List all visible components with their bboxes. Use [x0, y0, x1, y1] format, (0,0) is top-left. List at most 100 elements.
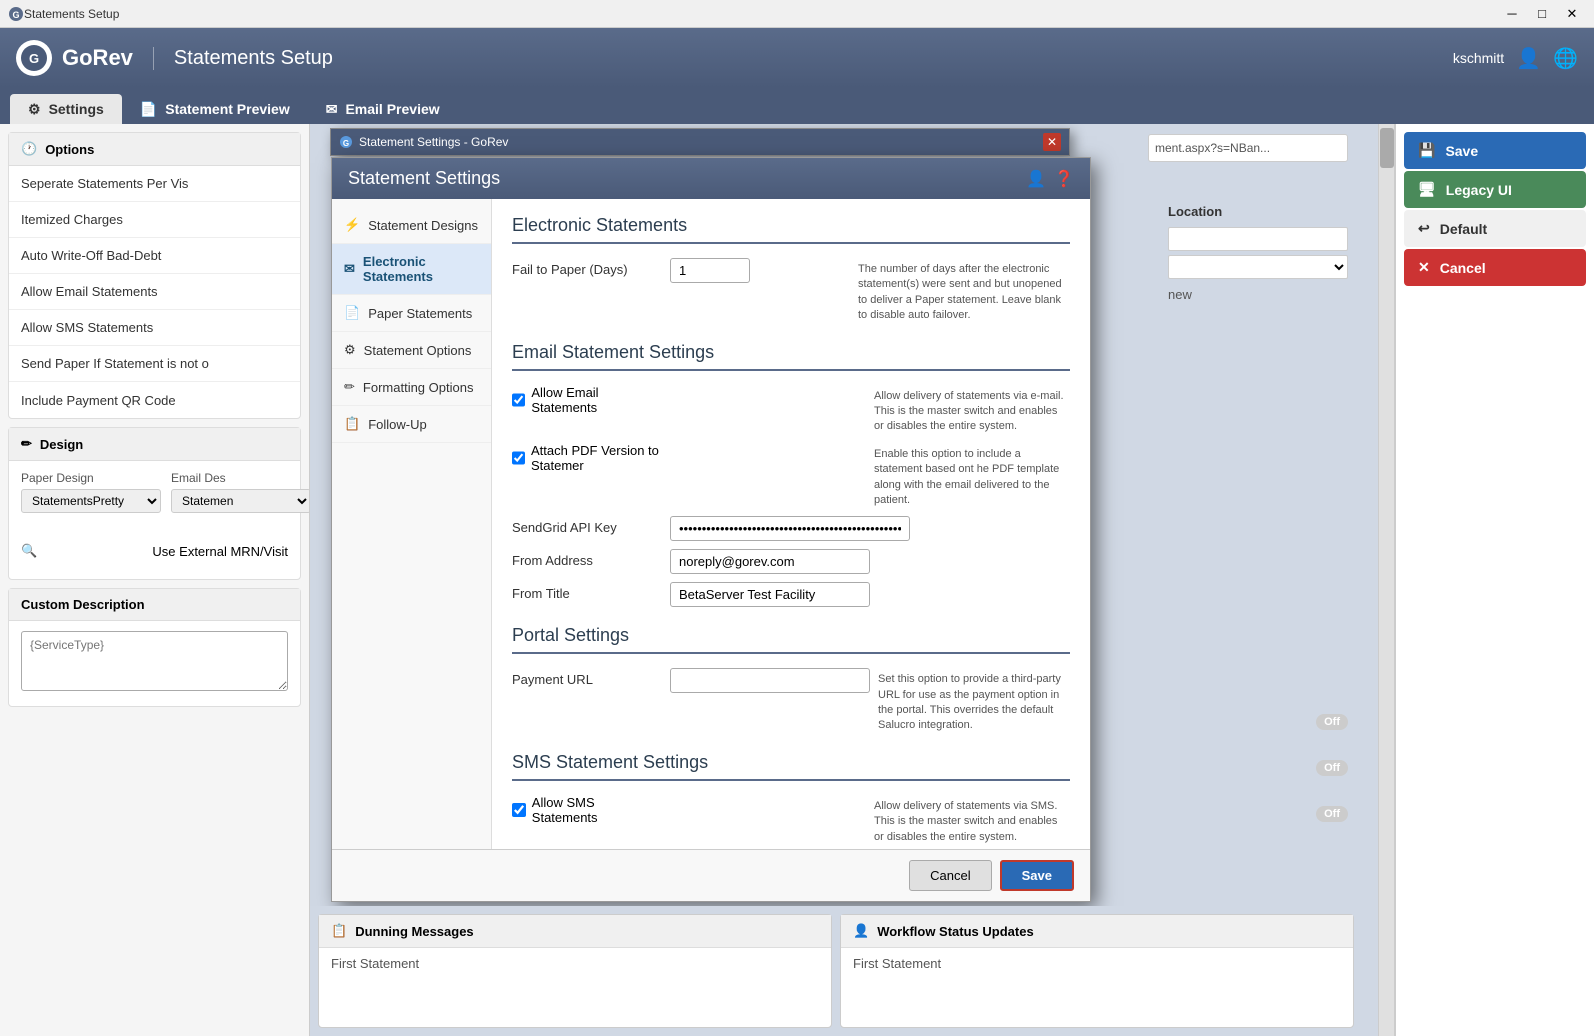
save-sidebar-button[interactable]: 💾 Save: [1404, 132, 1586, 169]
title-bar-text: Statements Setup: [24, 7, 119, 21]
workflow-status-panel: 👤 Workflow Status Updates First Statemen…: [840, 914, 1354, 1028]
nav-followup-icon: 📋: [344, 416, 360, 432]
paper-design-select[interactable]: StatementsPretty: [21, 489, 161, 513]
attach-pdf-checkbox-area: Attach PDF Version to Statemer: [512, 443, 662, 473]
attach-pdf-desc: Enable this option to include a statemen…: [874, 443, 1070, 509]
nav-formatting-icon: ✏: [344, 379, 355, 395]
logo-icon: G: [16, 40, 52, 76]
allow-email-checkbox[interactable]: [512, 393, 525, 407]
tab-settings[interactable]: ⚙ Settings: [10, 94, 122, 124]
fail-to-paper-input[interactable]: [670, 258, 750, 283]
cancel-sidebar-button[interactable]: ✕ Cancel: [1404, 249, 1586, 286]
app-header: G GoRev Statements Setup kschmitt 👤 🌐: [0, 28, 1594, 88]
allow-email-checkbox-row: Allow Email Statements Allow delivery of…: [512, 385, 1070, 435]
pencil-icon: ✏: [21, 436, 32, 452]
external-mrn-row: 🔍 Use External MRN/Visit: [21, 533, 288, 569]
help-icon[interactable]: 🌐: [1553, 46, 1578, 71]
nav-statement-designs[interactable]: ⚡ Statement Designs: [332, 207, 491, 244]
nav-formatting-options[interactable]: ✏ Formatting Options: [332, 369, 491, 406]
default-button[interactable]: ↩ Default: [1404, 210, 1586, 247]
nav-designs-icon: ⚡: [344, 217, 360, 233]
tab-email-preview[interactable]: ✉ Email Preview: [308, 94, 458, 124]
payment-url-input[interactable]: [670, 668, 870, 693]
dunning-messages-panel: 📋 Dunning Messages First Statement: [318, 914, 832, 1028]
nav-electronic-statements[interactable]: ✉ Electronic Statements: [332, 244, 491, 295]
from-address-input[interactable]: [670, 549, 870, 574]
nav-statement-options[interactable]: ⚙ Statement Options: [332, 332, 491, 369]
modal-controls: ✕: [1043, 133, 1061, 151]
email-design-row: Email Des Statemen: [171, 471, 310, 513]
options-header: 🕐 Options: [9, 133, 300, 166]
save-button[interactable]: Save: [1000, 860, 1074, 891]
minimize-btn[interactable]: ─: [1498, 3, 1526, 25]
close-btn[interactable]: ✕: [1558, 3, 1586, 25]
title-bar-controls: ─ □ ✕: [1498, 3, 1586, 25]
dialog-header: Statement Settings 👤 ❓: [332, 158, 1090, 199]
fail-to-paper-label: Fail to Paper (Days): [512, 258, 662, 277]
header-right: kschmitt 👤 🌐: [1453, 46, 1578, 71]
legacy-ui-button[interactable]: 🖥 Legacy UI: [1404, 171, 1586, 208]
from-title-input[interactable]: [670, 582, 870, 607]
allow-email-checkbox-area: Allow Email Statements: [512, 385, 662, 415]
allow-sms-checkbox-area: Allow SMS Statements: [512, 795, 662, 825]
allow-email-row: Allow Email Statements: [9, 274, 300, 310]
right-sidebar: 💾 Save 🖥 Legacy UI ↩ Default ✕ Cancel: [1394, 124, 1594, 1036]
tab-statement-preview[interactable]: 📄 Statement Preview: [122, 94, 308, 124]
statement-settings-dialog: Statement Settings 👤 ❓ ⚡ Statement Desig…: [331, 157, 1091, 902]
logo-text: GoRev: [62, 45, 133, 71]
app-logo: G GoRev: [16, 40, 133, 76]
app-title: Statements Setup: [153, 47, 333, 70]
off-badge-2: Off: [1316, 760, 1348, 776]
auto-writeoff-row: Auto Write-Off Bad-Debt: [9, 238, 300, 274]
attach-pdf-checkbox[interactable]: [512, 451, 525, 465]
allow-sms-row: Allow SMS Statements: [9, 310, 300, 346]
off-badge-3: Off: [1316, 806, 1348, 822]
nav-paper-statements[interactable]: 📄 Paper Statements: [332, 295, 491, 332]
allow-sms-label: Allow SMS Statements: [532, 795, 662, 825]
cancel-button[interactable]: Cancel: [909, 860, 991, 891]
fail-to-paper-desc: The number of days after the electronic …: [858, 258, 1070, 324]
dialog-title: Statement Settings: [348, 168, 500, 189]
dunning-icon: 📋: [331, 923, 347, 939]
nav-electronic-icon: ✉: [344, 261, 355, 277]
paper-design-row: Paper Design StatementsPretty: [21, 471, 161, 513]
sendgrid-label: SendGrid API Key: [512, 516, 662, 535]
payment-url-row: Payment URL Set this option to provide a…: [512, 668, 1070, 734]
username: kschmitt: [1453, 50, 1504, 66]
custom-desc-input[interactable]: [21, 631, 288, 691]
svg-text:G: G: [12, 10, 19, 20]
custom-desc-header: Custom Description: [9, 589, 300, 621]
maximize-btn[interactable]: □: [1528, 3, 1556, 25]
modal-close-btn[interactable]: ✕: [1043, 133, 1061, 151]
dialog-help-icon[interactable]: ❓: [1054, 169, 1074, 189]
scroll-bar[interactable]: [1378, 124, 1394, 1036]
from-title-label: From Title: [512, 582, 662, 601]
options-section: 🕐 Options Seperate Statements Per Vis It…: [8, 132, 301, 419]
cancel-icon: ✕: [1418, 259, 1430, 276]
payment-url-label: Payment URL: [512, 668, 662, 687]
portal-settings-title: Portal Settings: [512, 625, 1070, 654]
itemized-charges-row: Itemized Charges: [9, 202, 300, 238]
bottom-panels: 📋 Dunning Messages First Statement 👤 Wor…: [310, 906, 1362, 1036]
dialog-user-icon[interactable]: 👤: [1026, 169, 1046, 189]
separate-statements-row: Seperate Statements Per Vis: [9, 166, 300, 202]
nav-follow-up[interactable]: 📋 Follow-Up: [332, 406, 491, 443]
modal-title-icon: G: [339, 135, 353, 149]
user-icon[interactable]: 👤: [1516, 46, 1541, 71]
sendgrid-input[interactable]: [670, 516, 910, 541]
outer-modal-window: G Statement Settings - GoRev ✕ Statement…: [330, 128, 1070, 156]
settings-icon: ⚙: [28, 101, 41, 118]
design-content: Paper Design StatementsPretty Email Des …: [9, 461, 300, 579]
sendgrid-row: SendGrid API Key: [512, 516, 1070, 541]
dunning-header: 📋 Dunning Messages: [319, 915, 831, 948]
from-address-row: From Address: [512, 549, 1070, 574]
off-badge-1: Off: [1316, 714, 1348, 730]
allow-sms-checkbox[interactable]: [512, 803, 526, 817]
search-icon: 🔍: [21, 543, 37, 559]
modal-title-bar: G Statement Settings - GoRev ✕: [331, 129, 1069, 155]
email-design-select[interactable]: Statemen: [171, 489, 310, 513]
custom-desc-content: [9, 621, 300, 706]
nav-options-icon: ⚙: [344, 342, 356, 358]
sms-settings-title: SMS Statement Settings: [512, 752, 1070, 781]
custom-desc-section: Custom Description: [8, 588, 301, 707]
